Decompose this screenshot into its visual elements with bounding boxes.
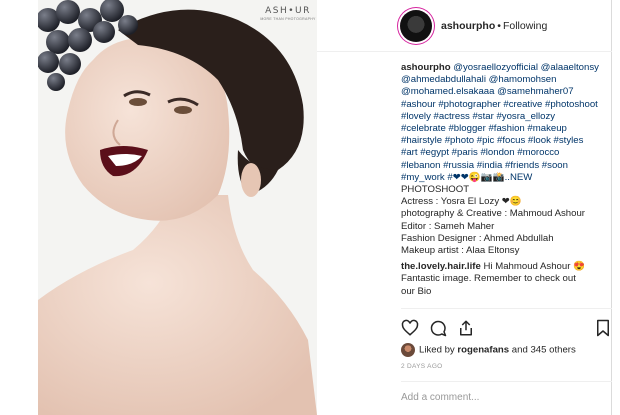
- separator-dot: •: [497, 20, 501, 32]
- bookmark-icon[interactable]: [594, 319, 612, 337]
- caption-hashtags[interactable]: #ashour #photographer #creative #photosh…: [401, 99, 598, 183]
- portrait-illustration: [38, 0, 317, 415]
- logo-tagline: MORE THAN PHOTOGRAPHY: [260, 17, 316, 21]
- share-icon[interactable]: [457, 319, 475, 337]
- liker-avatar[interactable]: [401, 343, 415, 357]
- likes-rest[interactable]: and 345 others: [509, 345, 576, 356]
- caption-line: Actress : Yosra El Lozy ❤😊: [401, 196, 522, 208]
- caption-line: photography & Creative : Mahmoud Ashour: [401, 208, 585, 220]
- caption-emoji-tail: #❤❤😜📷📸..NEW: [447, 171, 533, 183]
- avatar[interactable]: [400, 10, 432, 42]
- post-sidebar: ashourpho • Following ashourpho @yosraello…: [317, 0, 612, 415]
- post-photo[interactable]: ASH•UR MORE THAN PHOTOGRAPHY: [38, 0, 317, 415]
- caption-line: Fashion Designer : Ahmed Abdullah: [401, 232, 554, 244]
- comments-area: ashourpho @yosraellozyofficial @alaaelto…: [401, 62, 601, 302]
- caption-line: PHOTOSHOOT: [401, 184, 470, 196]
- caption: ashourpho @yosraellozyofficial @alaaelto…: [401, 62, 601, 257]
- heart-icon[interactable]: [401, 319, 419, 337]
- caption-username[interactable]: ashourpho: [401, 62, 451, 73]
- add-comment-input[interactable]: Add a comment...: [401, 392, 479, 403]
- following-button[interactable]: Following: [503, 20, 547, 32]
- comment-icon[interactable]: [429, 319, 447, 337]
- header-username[interactable]: ashourpho: [441, 20, 495, 32]
- post-timestamp[interactable]: 2 DAYS AGO: [401, 363, 443, 370]
- caption-line: Editor : Sameh Maher: [401, 220, 495, 232]
- action-bar: [401, 308, 612, 340]
- logo-name: ASH•UR: [265, 6, 311, 16]
- liker-username[interactable]: rogenafans: [457, 345, 509, 356]
- post-header: ashourpho • Following: [317, 0, 612, 52]
- photographer-logo: ASH•UR MORE THAN PHOTOGRAPHY: [260, 6, 316, 21]
- comment-username[interactable]: the.lovely.hair.life: [401, 261, 481, 272]
- header-text: ashourpho • Following: [441, 20, 547, 32]
- likes-prefix: Liked by: [419, 344, 458, 356]
- add-comment-bar[interactable]: Add a comment...: [401, 381, 612, 415]
- comment-item: the.lovely.hair.life Hi Mahmoud Ashour 😍…: [401, 261, 601, 298]
- likes-summary: Liked by rogenafans and 345 others: [401, 343, 576, 359]
- caption-line: Makeup artist : Alaa Eltonsy: [401, 245, 520, 257]
